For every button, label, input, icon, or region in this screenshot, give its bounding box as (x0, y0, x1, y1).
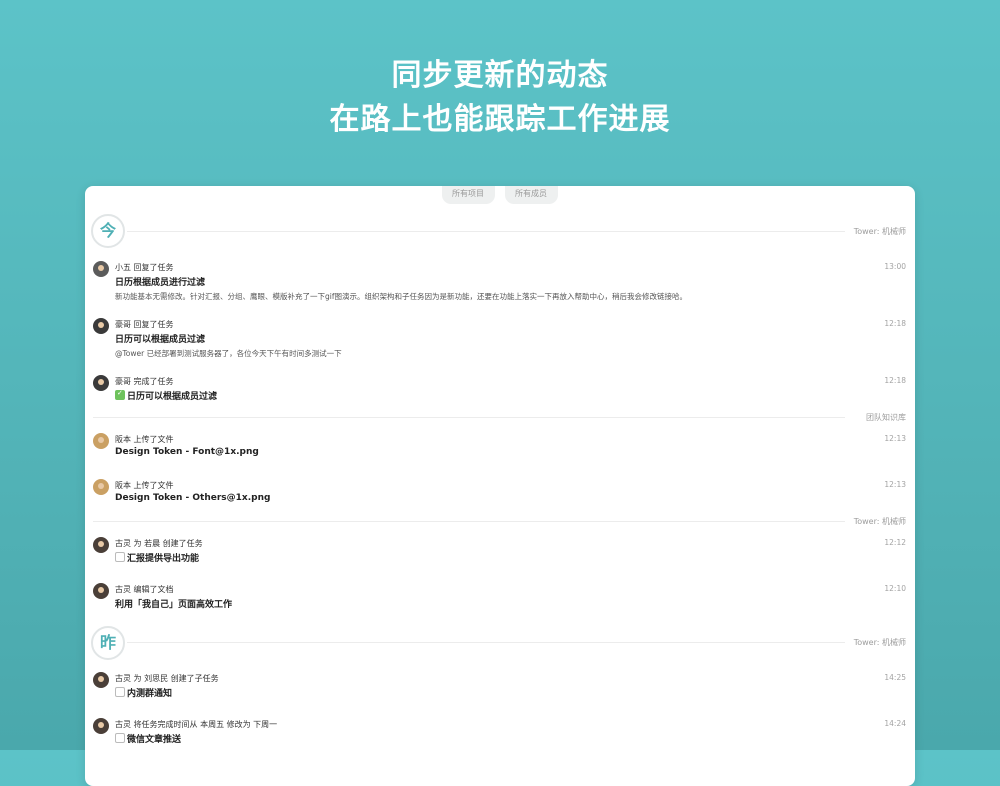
avatar (93, 672, 109, 688)
avatar (93, 479, 109, 495)
task-checkbox[interactable] (115, 687, 125, 697)
activity-title[interactable]: 汇报提供导出功能 (127, 551, 199, 564)
activity-feed-card: 所有项目 所有成员 今 Tower: 机械师 小五 回复了任务 13:00 日历… (85, 186, 915, 786)
activity-actor: 古灵 将任务完成时间从 本周五 修改为 下周一 (115, 720, 278, 729)
activity-actor: 小五 回复了任务 (115, 263, 174, 272)
activity-actor: 阪本 上传了文件 (115, 481, 174, 490)
activity-time: 14:25 (884, 673, 906, 682)
filter-bar: 所有项目 所有成员 (85, 186, 915, 204)
activity-title[interactable]: Design Token - Others@1x.png (115, 493, 270, 503)
group-label-tower-3: Tower: 机械师 (853, 638, 906, 647)
activity-actor: 古灵 为 若晨 创建了任务 (115, 539, 203, 548)
avatar (93, 718, 109, 734)
filter-all-members[interactable]: 所有成员 (505, 186, 558, 204)
divider-tower-2 (93, 521, 845, 522)
activity-detail: 新功能基本无需修改。针对汇报、分组、鹰眼、模版补充了一下gif图演示。组织架构和… (115, 292, 687, 301)
activity-title[interactable]: 日历根据成员进行过滤 (115, 275, 205, 288)
activity-time: 12:12 (884, 538, 906, 547)
activity-title[interactable]: 日历可以根据成员过滤 (127, 389, 217, 402)
group-label-tower-1: Tower: 机械师 (853, 227, 906, 236)
avatar (93, 433, 109, 449)
activity-detail: @Tower 已经部署到测试服务器了，各位今天下午有时间多测试一下 (115, 349, 342, 358)
activity-time: 12:13 (884, 480, 906, 489)
divider-knowledge (93, 417, 845, 418)
activity-title[interactable]: 日历可以根据成员过滤 (115, 332, 205, 345)
activity-actor: 阪本 上传了文件 (115, 435, 174, 444)
activity-time: 12:10 (884, 584, 906, 593)
activity-title[interactable]: Design Token - Font@1x.png (115, 447, 259, 457)
activity-time: 14:24 (884, 719, 906, 728)
activity-actor: 豪哥 回复了任务 (115, 320, 174, 329)
avatar (93, 537, 109, 553)
day-badge-today: 今 (91, 214, 125, 248)
activity-time: 12:13 (884, 434, 906, 443)
headline-line-1: 同步更新的动态 (391, 58, 609, 93)
activity-actor: 豪哥 完成了任务 (115, 377, 174, 386)
activity-actor: 古灵 编辑了文档 (115, 585, 174, 594)
activity-title[interactable]: 内测群通知 (127, 686, 172, 699)
group-label-tower-2: Tower: 机械师 (853, 517, 906, 526)
avatar (93, 318, 109, 334)
divider-today (127, 231, 845, 232)
headline-line-2: 在路上也能跟踪工作进展 (329, 102, 671, 137)
activity-title[interactable]: 利用「我自己」页面高效工作 (115, 597, 232, 610)
task-checkbox[interactable] (115, 733, 125, 743)
activity-time: 12:18 (884, 376, 906, 385)
task-checkbox-checked[interactable]: ✓ (115, 389, 125, 400)
divider-yesterday (127, 642, 845, 643)
day-badge-yesterday: 昨 (91, 626, 125, 660)
filter-all-projects[interactable]: 所有项目 (442, 186, 495, 204)
avatar (93, 261, 109, 277)
task-checkbox[interactable] (115, 552, 125, 562)
activity-time: 13:00 (884, 262, 906, 271)
group-label-knowledge: 团队知识库 (866, 413, 906, 422)
activity-actor: 古灵 为 刘思民 创建了子任务 (115, 674, 219, 683)
check-icon: ✓ (117, 389, 123, 397)
avatar (93, 583, 109, 599)
avatar (93, 375, 109, 391)
activity-title[interactable]: 微信文章推送 (127, 732, 181, 745)
activity-time: 12:18 (884, 319, 906, 328)
